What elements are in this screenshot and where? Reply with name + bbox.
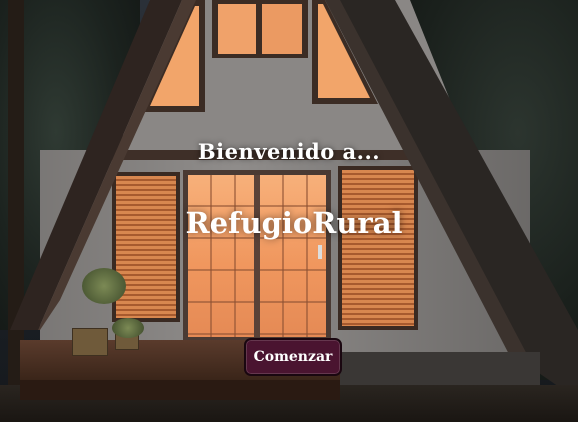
hanging-plant — [82, 268, 126, 304]
planter-box — [72, 328, 108, 356]
start-button[interactable]: Comenzar — [244, 338, 342, 376]
welcome-heading: Bienvenido a... — [197, 139, 381, 164]
brand-title: RefugioRural — [185, 206, 403, 240]
